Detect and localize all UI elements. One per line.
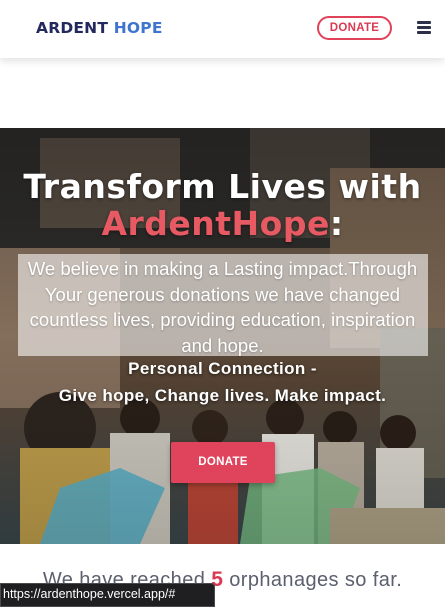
nav-donate-button[interactable]: DONATE [317,16,392,40]
hero-title-line1: Transform Lives with [23,167,422,206]
hero-title: Transform Lives with ArdentHope: [0,168,445,242]
hero-title-brand: ArdentHope [101,204,330,243]
top-navbar: ARDENT HOPE DONATE [0,0,445,58]
stat-suffix: orphanages so far. [229,569,403,591]
hero-title-line2: ArdentHope: [0,205,445,242]
tagline-give-hope: Give hope, Change lives. Make impact. [58,386,387,405]
link-status-bar: https://ardenthope.vercel.app/# [0,583,215,607]
intro-text: We believe in making a Lasting impact.Th… [27,258,418,356]
logo-word-ardent: ARDENT [36,19,109,37]
hamburger-menu-icon[interactable] [417,21,431,34]
tagline-personal-connection: Personal Connection - [128,359,317,378]
site-logo[interactable]: ARDENT HOPE [36,18,163,38]
hero-title-colon: : [329,204,344,243]
logo-word-hope: HOPE [113,19,163,37]
hero-section: Transform Lives with ArdentHope: We beli… [0,128,445,544]
hero-donate-button[interactable]: DONATE [171,442,275,483]
